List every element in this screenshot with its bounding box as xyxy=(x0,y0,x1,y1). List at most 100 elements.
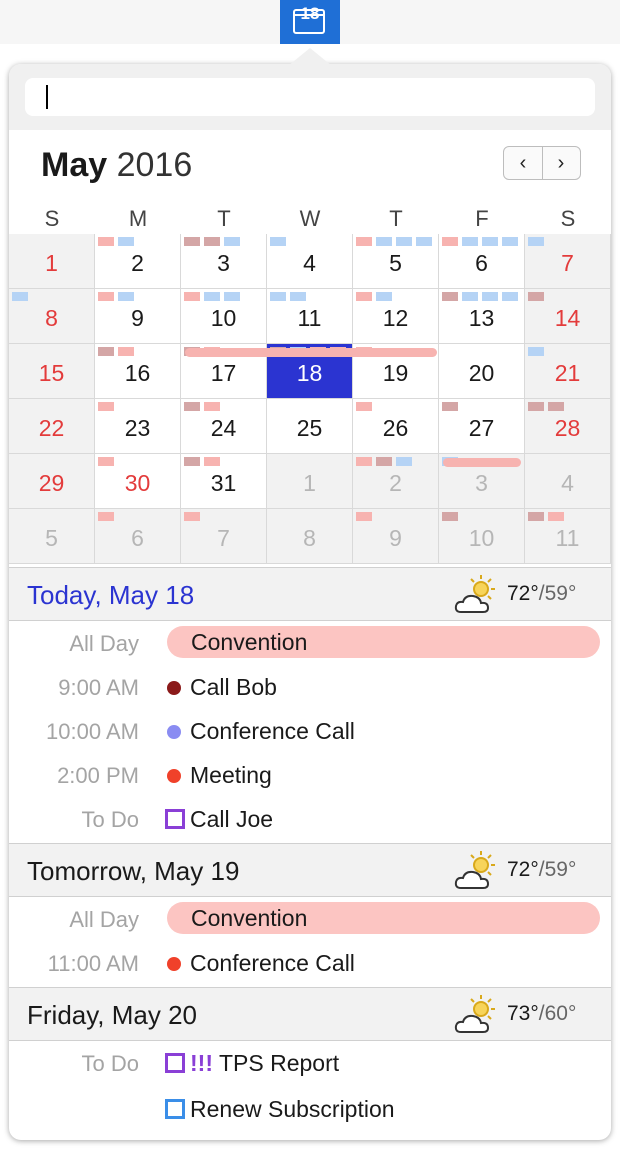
day-cell[interactable]: 21 xyxy=(525,344,611,399)
weekday-label: F xyxy=(475,206,489,231)
event-time: 2:00 PM xyxy=(57,763,139,788)
day-number: 8 xyxy=(45,305,58,331)
day-cell[interactable]: 23 xyxy=(95,399,181,454)
event-marker xyxy=(118,292,134,301)
event-marker xyxy=(98,292,114,301)
day-cell[interactable]: 11 xyxy=(525,509,611,564)
day-cell[interactable]: 14 xyxy=(525,289,611,344)
day-header-tomorrow: Tomorrow, May 19 72°/59° xyxy=(9,843,611,897)
weekday-label: S xyxy=(560,206,576,231)
todo-checkbox[interactable] xyxy=(165,1099,185,1119)
todo-checkbox[interactable] xyxy=(165,1053,185,1073)
day-cell[interactable]: 30 xyxy=(95,454,181,509)
event-title: Convention xyxy=(191,905,308,931)
todo-row[interactable]: Renew Subscription xyxy=(9,1087,611,1131)
day-number: 20 xyxy=(468,360,495,386)
todo-row[interactable]: To Do !!! TPS Report xyxy=(9,1041,611,1085)
day-cell[interactable]: 10 xyxy=(439,509,525,564)
event-marker xyxy=(184,237,200,246)
day-cell[interactable]: 27 xyxy=(439,399,525,454)
event-marker xyxy=(528,347,544,356)
day-cell[interactable]: 7 xyxy=(181,509,267,564)
event-time: 9:00 AM xyxy=(58,675,139,700)
event-marker xyxy=(356,512,372,521)
event-marker xyxy=(442,237,458,246)
event-row[interactable]: 10:00 AM Conference Call xyxy=(9,709,611,753)
prev-month-button[interactable]: ‹ xyxy=(504,147,543,179)
day-cell[interactable]: 20 xyxy=(439,344,525,399)
day-number: 18 xyxy=(296,360,323,386)
day-cell[interactable]: 9 xyxy=(353,509,439,564)
day-cell[interactable]: 13 xyxy=(439,289,525,344)
month-name: May xyxy=(41,146,108,184)
day-cell[interactable]: 16 xyxy=(95,344,181,399)
day-cell[interactable]: 5 xyxy=(9,509,95,564)
day-cell[interactable]: 22 xyxy=(9,399,95,454)
multi-day-event-bar[interactable] xyxy=(185,348,437,357)
temp-low: /59° xyxy=(538,858,577,881)
event-marker xyxy=(270,292,286,301)
event-row[interactable]: 2:00 PM Meeting xyxy=(9,753,611,797)
day-cell[interactable]: 3 xyxy=(181,234,267,289)
temperature: 72°/59° xyxy=(507,582,576,606)
todo-row[interactable]: To Do Call Joe xyxy=(9,797,611,841)
next-month-button[interactable]: › xyxy=(542,147,580,179)
day-cell[interactable]: 24 xyxy=(181,399,267,454)
day-cell[interactable]: 2 xyxy=(353,454,439,509)
multi-day-event-bar[interactable] xyxy=(443,458,521,467)
event-marker xyxy=(528,402,544,411)
day-cell[interactable]: 4 xyxy=(267,234,353,289)
day-number: 12 xyxy=(382,305,409,331)
event-row[interactable]: 11:00 AM Conference Call xyxy=(9,941,611,985)
day-cell[interactable]: 28 xyxy=(525,399,611,454)
day-cell[interactable]: 26 xyxy=(353,399,439,454)
event-time: To Do xyxy=(81,1051,139,1076)
event-marker xyxy=(356,402,372,411)
event-title: Convention xyxy=(191,629,308,655)
day-cell[interactable]: 12 xyxy=(353,289,439,344)
day-cell[interactable]: 8 xyxy=(9,289,95,344)
day-cell[interactable]: 8 xyxy=(267,509,353,564)
calendar-color-dot xyxy=(167,681,181,695)
day-cell[interactable]: 6 xyxy=(439,234,525,289)
day-number: 9 xyxy=(131,305,144,331)
day-cell[interactable]: 29 xyxy=(9,454,95,509)
day-title: Tomorrow, May 19 xyxy=(27,856,240,886)
todo-title: !!! TPS Report xyxy=(190,1050,339,1077)
day-number: 5 xyxy=(45,525,58,551)
day-cell[interactable]: 6 xyxy=(95,509,181,564)
day-cell[interactable]: 15 xyxy=(9,344,95,399)
event-row[interactable]: All Day Convention xyxy=(9,621,611,665)
event-marker xyxy=(356,292,372,301)
event-marker xyxy=(356,457,372,466)
day-number: 10 xyxy=(210,305,237,331)
all-day-event-pill[interactable]: Convention xyxy=(167,902,600,934)
day-cell[interactable]: 7 xyxy=(525,234,611,289)
event-row[interactable]: All Day Convention xyxy=(9,897,611,941)
event-marker xyxy=(376,457,392,466)
day-cell[interactable]: 1 xyxy=(9,234,95,289)
todo-checkbox[interactable] xyxy=(165,809,185,829)
day-cell[interactable]: 31 xyxy=(181,454,267,509)
day-number: 30 xyxy=(124,470,151,496)
search-input[interactable] xyxy=(25,78,595,116)
event-marker xyxy=(118,347,134,356)
all-day-event-pill[interactable]: Convention xyxy=(167,626,600,658)
event-marker xyxy=(98,237,114,246)
day-cell[interactable]: 11 xyxy=(267,289,353,344)
event-row[interactable]: 9:00 AM Call Bob xyxy=(9,665,611,709)
weekday-label: W xyxy=(299,206,321,231)
day-number: 13 xyxy=(468,305,495,331)
temp-low: /59° xyxy=(538,582,577,605)
day-cell[interactable]: 25 xyxy=(267,399,353,454)
todo-title-text: TPS Report xyxy=(218,1050,340,1076)
day-cell[interactable]: 2 xyxy=(95,234,181,289)
day-cell[interactable]: 9 xyxy=(95,289,181,344)
day-header-friday: Friday, May 20 73°/60° xyxy=(9,987,611,1041)
day-cell[interactable]: 1 xyxy=(267,454,353,509)
day-cell[interactable]: 4 xyxy=(525,454,611,509)
day-cell[interactable]: 5 xyxy=(353,234,439,289)
day-cell[interactable]: 10 xyxy=(181,289,267,344)
temperature: 73°/60° xyxy=(507,1002,576,1026)
calendar-menu-icon[interactable]: 18 xyxy=(280,0,340,44)
